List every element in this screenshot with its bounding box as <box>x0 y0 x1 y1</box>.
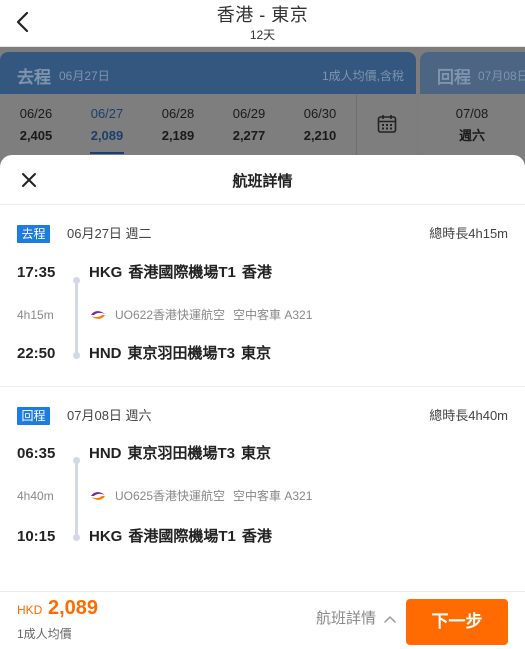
departure-airport: HKG 香港國際機場T1 香港 <box>89 264 278 282</box>
segment-date: 06月27日 週二 <box>67 226 152 241</box>
calendar-button[interactable] <box>356 94 416 156</box>
date-cell-date: 06/27 <box>90 106 124 121</box>
trip-days: 12天 <box>249 28 276 42</box>
city-name: 東京 <box>241 345 272 362</box>
aircraft-type: 空中客車 A321 <box>233 489 313 503</box>
departure-time: 17:35 <box>17 264 56 281</box>
date-cell-price: 2,210 <box>303 128 337 143</box>
date-cell-weekday: 週六 <box>458 128 485 143</box>
timeline-dot <box>73 534 80 541</box>
outbound-date: 06月27日 <box>59 69 110 83</box>
airport-name: 香港國際機場T1 <box>128 528 236 545</box>
airline-logo-icon <box>91 311 105 319</box>
date-cell-date: 06/28 <box>161 106 195 121</box>
calendar-icon <box>377 115 397 133</box>
airport-code: HKG <box>89 528 123 545</box>
flight-details-sheet: 航班詳情 去程 06月27日 週二 總時長4h15m 17:35 HKG 香港國際… <box>0 155 525 592</box>
date-cell-date: 06/30 <box>303 106 337 121</box>
date-cell-price: 2,405 <box>19 128 53 143</box>
segment-total-duration: 總時長4h15m <box>429 226 508 241</box>
flight-number: UO625香港快運航空 <box>115 489 226 503</box>
date-cell-date: 06/29 <box>232 106 266 121</box>
date-cell-price: 2,189 <box>161 128 195 143</box>
sheet-header: 航班詳情 <box>0 155 525 205</box>
return-date-panel: 回程 07月08日 07/08 週六 <box>420 52 525 156</box>
return-date-row: 07/08 週六 <box>420 94 525 156</box>
airline-logo-icon <box>91 492 105 500</box>
price-note: 1成人均價 <box>17 627 72 641</box>
return-segment: 回程 07月08日 週六 總時長4h40m 06:35 HND 東京羽田機場T3 東… <box>0 386 525 567</box>
total-price: 2,089 <box>48 597 99 619</box>
timeline-line <box>75 282 78 358</box>
segment-badge: 回程 <box>17 407 50 425</box>
airline-info: UO625香港快運航空 空中客車 A321 <box>90 488 312 504</box>
flight-duration: 4h15m <box>17 308 54 322</box>
return-label: 回程 <box>437 68 471 87</box>
airport-name: 香港國際機場T1 <box>128 264 236 281</box>
flight-details-toggle[interactable]: 航班詳情 <box>316 610 396 628</box>
city-name: 東京 <box>241 445 272 462</box>
date-cell[interactable]: 07/08 週六 <box>436 94 508 156</box>
departure-time: 06:35 <box>17 445 56 462</box>
flight-duration: 4h40m <box>17 489 54 503</box>
arrival-airport: HND 東京羽田機場T3 東京 <box>89 345 277 363</box>
airport-code: HKG <box>89 264 123 281</box>
segment-badge: 去程 <box>17 225 50 243</box>
date-cell-selected[interactable]: 06/27 2,089 <box>71 94 143 156</box>
arrival-airport: HKG 香港國際機場T1 香港 <box>89 528 278 546</box>
arrival-time: 22:50 <box>17 345 56 362</box>
route-title: 香港 - 東京 <box>216 5 309 25</box>
date-cell[interactable]: 06/26 2,405 <box>0 94 72 156</box>
outbound-header: 去程 06月27日 1成人均價,含稅 <box>0 52 416 94</box>
date-cell-price: 2,277 <box>232 128 266 143</box>
next-step-button[interactable]: 下一步 <box>406 599 508 645</box>
timeline-line <box>75 462 78 538</box>
departure-airport: HND 東京羽田機場T3 東京 <box>89 445 277 463</box>
currency: HKD <box>17 603 43 617</box>
return-date: 07月08日 <box>478 69 525 83</box>
page-title-group: 香港 - 東京 12天 <box>0 4 525 43</box>
segment-total-duration: 總時長4h40m <box>429 408 508 423</box>
price-note: 1成人均價,含稅 <box>321 69 404 83</box>
outbound-date-panel: 去程 06月27日 1成人均價,含稅 06/26 2,405 06/27 2,0… <box>0 52 416 156</box>
date-cell[interactable]: 06/30 2,210 <box>284 94 356 156</box>
city-name: 香港 <box>241 264 272 281</box>
date-cell-date: 06/26 <box>19 106 53 121</box>
city-name: 香港 <box>241 528 272 545</box>
chevron-up-icon <box>384 616 396 623</box>
airport-code: HND <box>89 345 122 362</box>
airline-info: UO622香港快運航空 空中客車 A321 <box>90 307 312 323</box>
booking-bar: HKD 2,089 1成人均價 航班詳情 下一步 <box>0 591 525 649</box>
outbound-label: 去程 <box>17 68 51 87</box>
date-cell-price: 2,089 <box>90 128 124 143</box>
timeline-dot <box>73 352 80 359</box>
airport-code: HND <box>89 445 122 462</box>
date-cell[interactable]: 06/28 2,189 <box>142 94 214 156</box>
segment-date: 07月08日 週六 <box>67 408 152 423</box>
date-cell-date: 07/08 <box>455 106 489 121</box>
outbound-segment: 去程 06月27日 週二 總時長4h15m 17:35 HKG 香港國際機場T1 香… <box>0 205 525 386</box>
outbound-date-row: 06/26 2,405 06/27 2,089 06/28 2,189 06/2… <box>0 94 416 156</box>
arrival-time: 10:15 <box>17 528 56 545</box>
top-bar: 香港 - 東京 12天 <box>0 0 525 47</box>
sheet-title: 航班詳情 <box>232 173 293 190</box>
flight-number: UO622香港快運航空 <box>115 308 226 322</box>
aircraft-type: 空中客車 A321 <box>233 308 313 322</box>
airport-name: 東京羽田機場T3 <box>127 345 236 362</box>
date-cell[interactable]: 06/29 2,277 <box>213 94 285 156</box>
airport-name: 東京羽田機場T3 <box>127 445 236 462</box>
flight-details-label: 航班詳情 <box>316 610 377 627</box>
return-header: 回程 07月08日 <box>420 52 525 94</box>
